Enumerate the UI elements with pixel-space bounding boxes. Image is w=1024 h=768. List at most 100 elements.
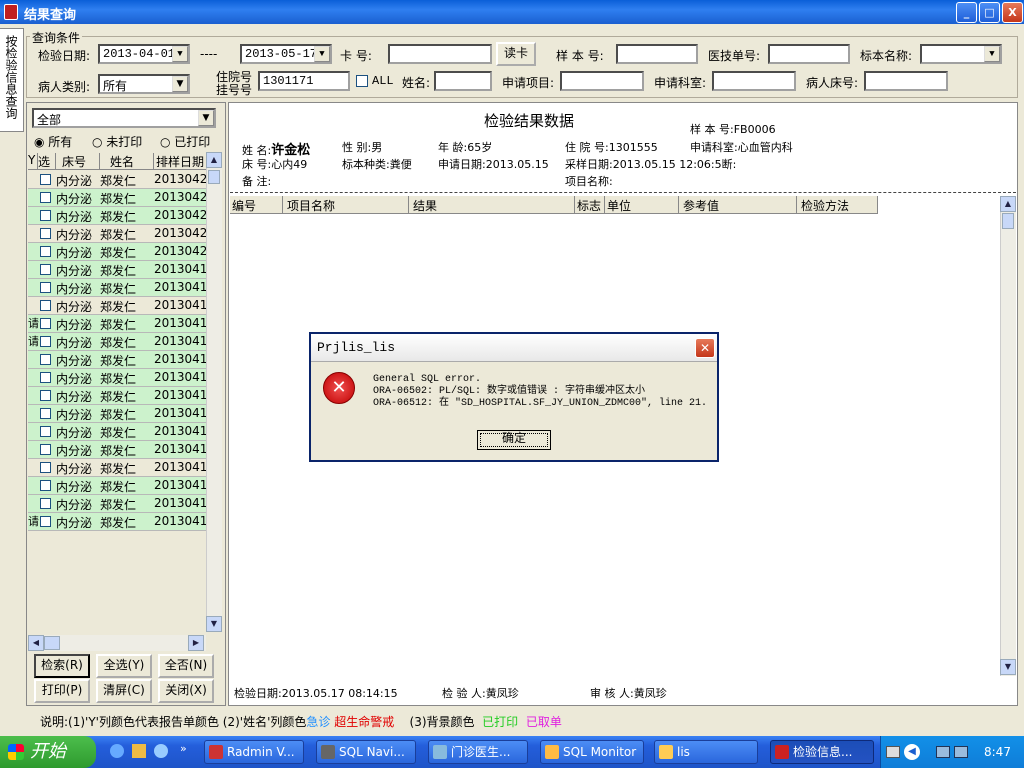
row-checkbox[interactable] — [40, 210, 51, 221]
search-button[interactable]: 检索(R) — [34, 654, 90, 678]
table-row[interactable]: 请 内分泌 郑发仁 2013041 — [28, 333, 206, 351]
table-row[interactable]: 内分泌 郑发仁 2013041 — [28, 279, 206, 297]
tray-expand-icon[interactable]: ◀ — [904, 744, 920, 760]
chevron-down-icon[interactable]: ▼ — [984, 46, 1000, 62]
name-input[interactable] — [434, 71, 492, 91]
req-dept-input[interactable] — [712, 71, 796, 91]
table-row[interactable]: 内分泌 郑发仁 2013041 — [28, 459, 206, 477]
table-row[interactable]: 请 内分泌 郑发仁 2013041 — [28, 315, 206, 333]
result-vscroll[interactable] — [1000, 196, 1016, 676]
row-checkbox[interactable] — [40, 336, 51, 347]
grid-vscroll[interactable] — [206, 152, 222, 632]
row-checkbox[interactable] — [40, 318, 51, 329]
row-checkbox[interactable] — [40, 264, 51, 275]
table-row[interactable]: 内分泌 郑发仁 2013041 — [28, 423, 206, 441]
specimen-select[interactable]: ▼ — [920, 44, 1002, 64]
radio-unprinted[interactable]: ○ 未打印 — [92, 133, 142, 150]
table-row[interactable]: 内分泌 郑发仁 2013042 — [28, 171, 206, 189]
patient-type-select[interactable]: 所有 ▼ — [98, 74, 190, 94]
row-checkbox[interactable] — [40, 516, 51, 527]
row-checkbox[interactable] — [40, 480, 51, 491]
taskbar-item-clinic[interactable]: 门诊医生... — [428, 740, 528, 764]
taskbar-item-sqlnavi[interactable]: SQL Navi... — [316, 740, 416, 764]
close-button[interactable]: X — [1002, 2, 1023, 23]
scroll-down-icon[interactable]: ▼ — [206, 616, 222, 632]
all-checkbox[interactable] — [356, 75, 368, 87]
radio-printed[interactable]: ○ 已打印 — [160, 133, 210, 150]
row-checkbox[interactable] — [40, 246, 51, 257]
quicklaunch-icon[interactable] — [132, 744, 146, 758]
chevron-down-icon[interactable]: ▼ — [172, 46, 188, 62]
sample-input[interactable] — [616, 44, 698, 64]
table-row[interactable]: 内分泌 郑发仁 2013041 — [28, 387, 206, 405]
close-form-button[interactable]: 关闭(X) — [158, 679, 214, 703]
scroll-up-icon[interactable]: ▲ — [206, 152, 222, 168]
ok-button[interactable]: 确定 — [477, 430, 551, 450]
grid-hscroll-thumb[interactable] — [44, 636, 60, 650]
row-checkbox[interactable] — [40, 498, 51, 509]
read-card-button[interactable]: 读卡 — [496, 42, 536, 66]
print-button[interactable]: 打印(P) — [34, 679, 90, 703]
taskbar-item-radmin[interactable]: Radmin V... — [204, 740, 304, 764]
chevron-down-icon[interactable]: ▼ — [198, 110, 214, 126]
ie-icon[interactable] — [110, 744, 124, 758]
network-icon[interactable] — [936, 746, 950, 758]
row-checkbox[interactable] — [40, 228, 51, 239]
row-checkbox[interactable] — [40, 282, 51, 293]
card-input[interactable] — [388, 44, 492, 64]
scroll-up-icon[interactable]: ▲ — [1000, 196, 1016, 212]
date-to-picker[interactable]: 2013-05-17 ▼ — [240, 44, 332, 64]
maximize-button[interactable]: □ — [979, 2, 1000, 23]
inpatient-input[interactable]: 1301171 — [258, 71, 350, 91]
chevron-down-icon[interactable]: ▼ — [172, 76, 188, 92]
tab-query-by-info[interactable]: 按检验信息查询 — [0, 28, 24, 132]
row-checkbox[interactable] — [40, 192, 51, 203]
scroll-down-icon[interactable]: ▼ — [1000, 659, 1016, 675]
row-checkbox[interactable] — [40, 390, 51, 401]
table-row[interactable]: 内分泌 郑发仁 2013041 — [28, 351, 206, 369]
row-checkbox[interactable] — [40, 300, 51, 311]
taskbar-item-lab[interactable]: 检验信息... — [770, 740, 874, 764]
table-row[interactable]: 内分泌 郑发仁 2013041 — [28, 441, 206, 459]
keyboard-icon[interactable] — [886, 746, 900, 758]
table-row[interactable]: 内分泌 郑发仁 2013042 — [28, 189, 206, 207]
table-row[interactable]: 内分泌 郑发仁 2013041 — [28, 297, 206, 315]
more-icon[interactable]: » — [180, 742, 187, 755]
table-row[interactable]: 内分泌 郑发仁 2013041 — [28, 477, 206, 495]
clear-screen-button[interactable]: 清屏(C) — [96, 679, 152, 703]
quicklaunch-2-icon[interactable] — [154, 744, 168, 758]
table-row[interactable]: 内分泌 郑发仁 2013041 — [28, 369, 206, 387]
row-checkbox[interactable] — [40, 174, 51, 185]
dept-select[interactable]: 全部 ▼ — [32, 108, 216, 128]
select-none-button[interactable]: 全否(N) — [158, 654, 214, 678]
chevron-down-icon[interactable]: ▼ — [314, 46, 330, 62]
dialog-close-icon[interactable]: ✕ — [695, 338, 715, 358]
row-checkbox[interactable] — [40, 372, 51, 383]
row-checkbox[interactable] — [40, 462, 51, 473]
network-2-icon[interactable] — [954, 746, 968, 758]
row-checkbox[interactable] — [40, 354, 51, 365]
row-checkbox[interactable] — [40, 426, 51, 437]
table-row[interactable]: 内分泌 郑发仁 2013041 — [28, 495, 206, 513]
result-vscroll-thumb[interactable] — [1002, 213, 1014, 229]
date-from-picker[interactable]: 2013-04-01 ▼ — [98, 44, 190, 64]
scroll-left-icon[interactable]: ◀ — [28, 635, 44, 651]
taskbar-item-lis[interactable]: lis — [654, 740, 758, 764]
table-row[interactable]: 内分泌 郑发仁 2013041 — [28, 261, 206, 279]
table-row[interactable]: 内分泌 郑发仁 2013042 — [28, 225, 206, 243]
taskbar-item-sqlmonitor[interactable]: SQL Monitor — [540, 740, 644, 764]
tech-no-input[interactable] — [768, 44, 850, 64]
table-row[interactable]: 内分泌 郑发仁 2013042 — [28, 207, 206, 225]
scroll-right-icon[interactable]: ▶ — [188, 635, 204, 651]
row-checkbox[interactable] — [40, 444, 51, 455]
minimize-button[interactable]: _ — [956, 2, 977, 23]
table-row[interactable]: 请 内分泌 郑发仁 2013041 — [28, 513, 206, 531]
table-row[interactable]: 内分泌 郑发仁 2013041 — [28, 405, 206, 423]
table-row[interactable]: 内分泌 郑发仁 2013042 — [28, 243, 206, 261]
radio-all[interactable]: ◉ 所有 — [34, 133, 72, 150]
grid-vscroll-thumb[interactable] — [208, 170, 220, 184]
row-checkbox[interactable] — [40, 408, 51, 419]
select-all-button[interactable]: 全选(Y) — [96, 654, 152, 678]
req-item-input[interactable] — [560, 71, 644, 91]
bed-input[interactable] — [864, 71, 948, 91]
